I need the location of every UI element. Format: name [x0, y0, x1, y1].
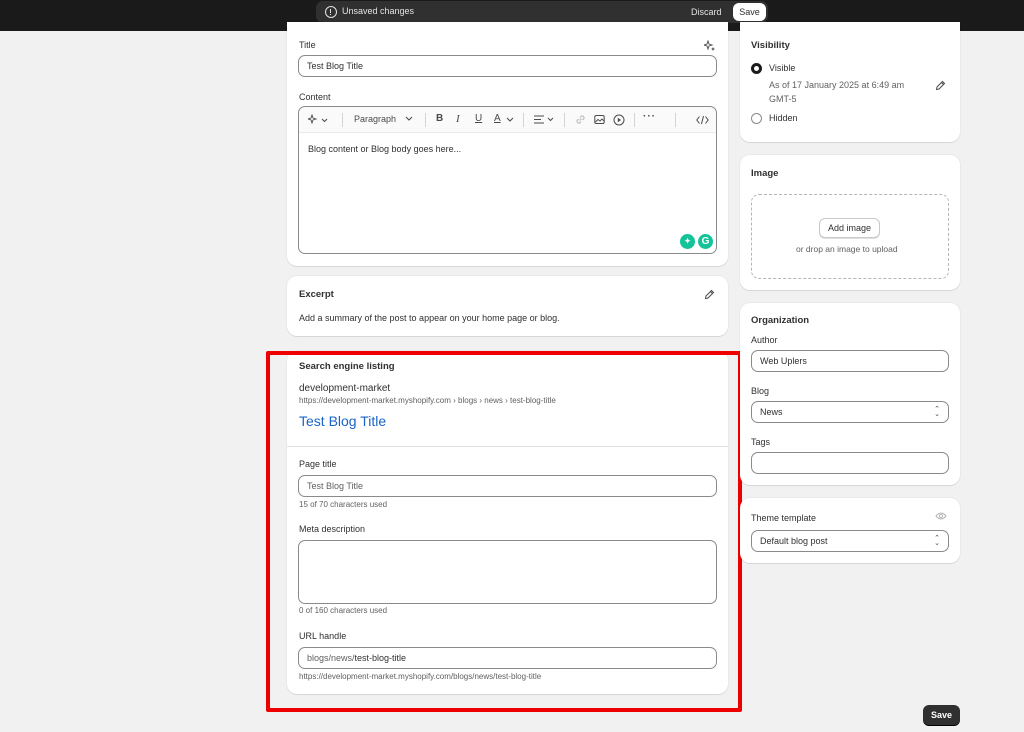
code-icon[interactable] — [696, 115, 709, 125]
content-editor[interactable]: Paragraph B I U A ··· Blog content or Bl… — [298, 106, 717, 254]
seo-breadcrumb-url: https://development-market.myshopify.com… — [299, 396, 556, 405]
ai-sparkle-icon[interactable] — [308, 114, 328, 126]
visible-radio[interactable] — [751, 63, 762, 74]
editor-toolbar: Paragraph B I U A ··· — [299, 107, 716, 133]
image-heading: Image — [751, 168, 779, 179]
meta-description-count: 0 of 160 characters used — [299, 606, 388, 615]
unsaved-message: Unsaved changes — [342, 6, 415, 16]
toolbar-divider — [342, 113, 343, 127]
full-url: https://development-market.myshopify.com… — [299, 672, 542, 681]
seo-preview-title: Test Blog Title — [299, 413, 387, 429]
save-button-bottom[interactable]: Save — [923, 705, 960, 725]
blog-select[interactable]: News ⌃ ⌄ — [751, 401, 949, 423]
title-input[interactable]: Test Blog Title — [298, 55, 717, 77]
editor-body-text[interactable]: Blog content or Blog body goes here... — [308, 144, 461, 154]
chevron-down-icon — [405, 116, 413, 121]
select-chevrons-icon: ⌃ ⌄ — [934, 535, 940, 547]
text-color-icon[interactable]: A — [494, 113, 501, 124]
paragraph-style-select[interactable]: Paragraph — [354, 114, 396, 124]
url-handle-label: URL handle — [299, 631, 347, 641]
blog-select-value: News — [760, 407, 783, 417]
page-title-input[interactable]: Test Blog Title — [298, 475, 717, 497]
meta-description-input[interactable] — [298, 540, 717, 604]
edit-pencil-icon[interactable] — [704, 289, 715, 300]
content-label: Content — [299, 92, 331, 102]
organization-heading: Organization — [751, 315, 810, 326]
visible-date: As of 17 January 2025 at 6:49 am — [769, 80, 905, 90]
visible-label: Visible — [769, 63, 796, 73]
eye-icon[interactable] — [935, 511, 947, 521]
meta-description-label: Meta description — [299, 524, 366, 534]
chevron-down-icon — [506, 117, 514, 122]
link-icon[interactable] — [575, 114, 586, 125]
seo-heading: Search engine listing — [299, 361, 395, 372]
alert-circle-icon — [325, 6, 337, 18]
theme-template-value: Default blog post — [760, 536, 828, 546]
theme-template-select[interactable]: Default blog post ⌃ ⌄ — [751, 530, 949, 552]
hidden-radio[interactable] — [751, 113, 762, 124]
visibility-heading: Visibility — [751, 40, 790, 51]
edit-pencil-icon[interactable] — [935, 80, 946, 91]
visible-timezone: GMT-5 — [769, 94, 797, 104]
excerpt-heading: Excerpt — [299, 289, 334, 300]
author-label: Author — [751, 335, 778, 345]
blog-label: Blog — [751, 386, 770, 396]
video-icon[interactable] — [613, 114, 625, 126]
toolbar-divider — [564, 113, 565, 127]
hidden-label: Hidden — [769, 113, 798, 123]
page-title-count: 15 of 70 characters used — [299, 500, 388, 509]
excerpt-description: Add a summary of the post to appear on y… — [299, 313, 560, 323]
url-handle-prefix: blogs/news/ — [307, 653, 355, 663]
drop-image-text: or drop an image to upload — [796, 244, 898, 254]
toolbar-divider — [425, 113, 426, 127]
toolbar-divider — [675, 113, 676, 127]
lightbulb-icon[interactable]: ✦ — [680, 234, 695, 249]
save-button-top[interactable]: Save — [733, 3, 766, 21]
bold-icon[interactable]: B — [436, 113, 443, 124]
add-image-button[interactable]: Add image — [819, 218, 880, 238]
ai-sparkle-icon[interactable] — [704, 40, 716, 52]
tags-label: Tags — [751, 437, 771, 447]
image-icon[interactable] — [594, 114, 605, 125]
author-input[interactable]: Web Uplers — [751, 350, 949, 372]
toolbar-divider — [634, 113, 635, 127]
tags-input[interactable] — [751, 452, 949, 474]
select-chevrons-icon: ⌃ ⌄ — [934, 406, 940, 418]
url-handle-input[interactable]: blogs/news/test-blog-title — [298, 647, 717, 669]
align-icon[interactable] — [534, 115, 556, 125]
underline-icon[interactable]: U — [475, 113, 482, 124]
grammarly-icon[interactable]: G — [698, 234, 713, 249]
page-title-label: Page title — [299, 459, 337, 469]
url-handle-value: test-blog-title — [354, 653, 407, 663]
seo-store-name: development-market — [299, 383, 391, 394]
more-icon[interactable]: ··· — [643, 111, 656, 122]
seo-divider — [287, 446, 728, 447]
theme-template-heading: Theme template — [751, 513, 817, 523]
toolbar-divider — [523, 113, 524, 127]
excerpt-card — [287, 276, 728, 336]
italic-icon[interactable]: I — [456, 113, 460, 125]
title-label: Title — [299, 40, 316, 50]
discard-button[interactable]: Discard — [687, 5, 726, 19]
